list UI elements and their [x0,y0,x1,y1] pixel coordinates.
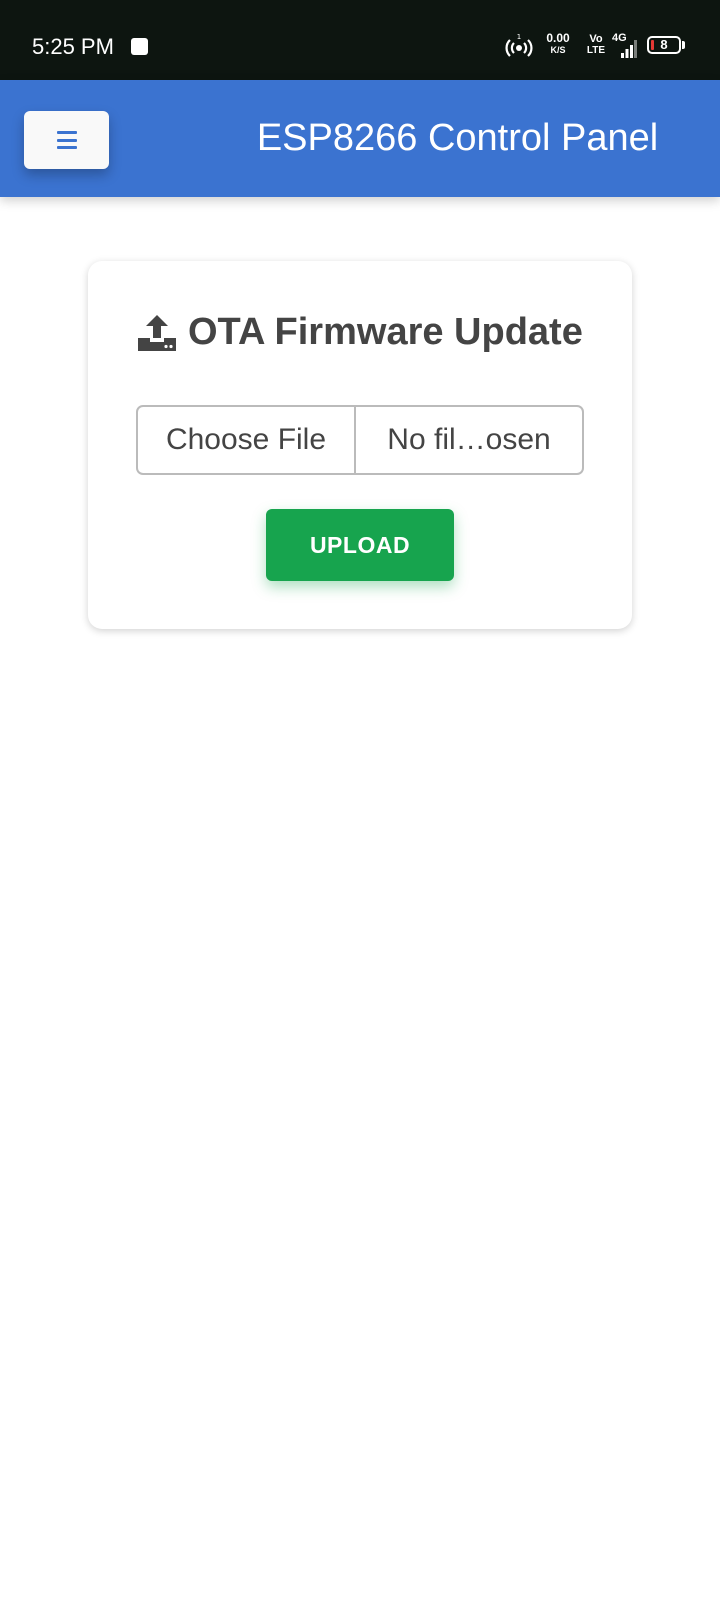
signal-indicator: 4G [612,32,638,60]
upload-icon [138,315,176,351]
notification-icon [131,38,148,55]
hotspot-icon: 1 [505,33,533,57]
hotspot-badge: 1 [517,33,521,41]
menu-button[interactable] [24,111,109,169]
status-bar: 5:25 PM 1 0.00 K/S Vo LTE 4G 8 [0,0,720,80]
card-title-text: OTA Firmware Update [188,310,583,353]
status-icons: 1 0.00 K/S Vo LTE 4G 8 [505,30,690,64]
battery-icon: 8 [647,36,681,54]
signal-bars-icon [621,40,637,58]
upload-button[interactable]: UPLOAD [266,509,454,581]
choose-file-button[interactable]: Choose File [138,407,356,473]
battery-level: 8 [660,37,668,52]
network-speed: 0.00 K/S [546,31,570,56]
file-status-text: No fil…osen [387,423,551,456]
card-title: OTA Firmware Update [136,307,596,357]
app-header: ESP8266 Control Panel [0,80,720,197]
ota-card: OTA Firmware Update Choose File No fil…o… [88,261,632,629]
firmware-file-input[interactable]: Choose File No fil…osen [136,405,584,475]
page-title: ESP8266 Control Panel [256,117,659,159]
status-time: 5:25 PM [32,34,114,59]
volte-indicator: Vo LTE [586,33,606,56]
hamburger-icon [56,131,77,149]
